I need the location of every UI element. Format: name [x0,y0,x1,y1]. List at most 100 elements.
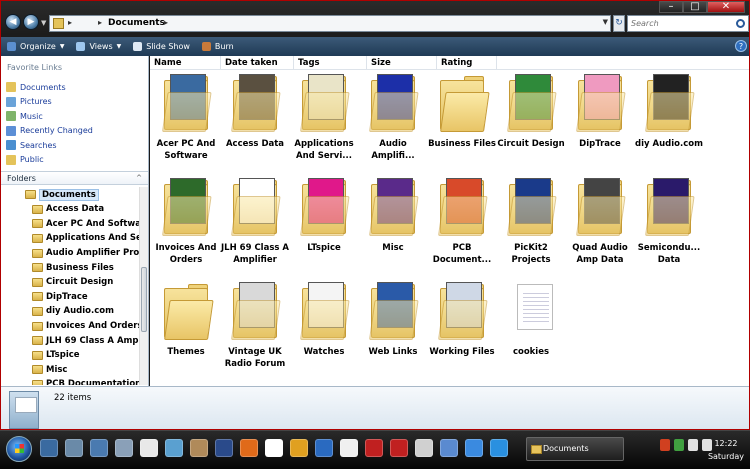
column-header-date-taken[interactable]: Date taken [221,56,294,69]
breadcrumb-chevron-icon[interactable]: ▸ [68,18,72,27]
favorite-link-searches[interactable]: Searches [6,138,93,153]
search-box[interactable] [627,15,749,32]
tree-item-acer-pc-and-software[interactable]: Acer PC And Software [1,217,139,232]
column-header-name[interactable]: Name [150,56,221,69]
tree-item-jlh-69-class-a-amplifier[interactable]: JLH 69 Class A Amplifier [1,333,139,348]
folder-item-business-files[interactable]: Business Files [427,72,497,170]
tree-item-access-data[interactable]: Access Data [1,202,139,217]
folder-item-ltspice[interactable]: LTspice [289,176,359,274]
file-item-cookies[interactable]: cookies [496,280,566,378]
quick-launch-icon[interactable] [215,439,233,457]
column-header-tags[interactable]: Tags [294,56,367,69]
quick-launch-icon[interactable] [365,439,383,457]
folder-item-pcb-document[interactable]: PCB Document... [427,176,497,274]
address-bar[interactable]: ▸ ▸ Documents ▸ ▼ [49,15,611,32]
burn-button[interactable]: Burn [201,42,234,51]
tray-icon[interactable] [674,439,684,451]
tree-item-label: Invoices And Orders [46,321,139,332]
column-header-rating[interactable]: Rating [437,56,497,69]
tree-item-documents[interactable]: Documents [1,187,139,202]
folder-item-access-data[interactable]: Access Data [220,72,290,170]
folder-item-pickit2-projects[interactable]: PicKit2 Projects [496,176,566,274]
tree-item-misc[interactable]: Misc [1,363,139,378]
quick-launch-icon[interactable] [315,439,333,457]
search-input[interactable] [628,16,732,31]
folder-item-acer-pc-and-software[interactable]: Acer PC And Software [151,72,221,170]
folder-item-diptrace[interactable]: DipTrace [565,72,635,170]
tree-item-diy-audio-com[interactable]: diy Audio.com [1,304,139,319]
folder-item-themes[interactable]: Themes [151,280,221,378]
favorite-link-documents[interactable]: Documents [6,80,93,95]
quick-launch-icon[interactable] [165,439,183,457]
favorite-link-public[interactable]: Public [6,153,93,168]
help-icon[interactable]: ? [735,40,747,52]
quick-launch-icon[interactable] [290,439,308,457]
column-header-size[interactable]: Size [367,56,437,69]
clock[interactable]: 12:22 Saturday [708,437,744,463]
quick-launch-icon[interactable] [465,439,483,457]
favorite-link-recently-changed[interactable]: Recently Changed [6,124,93,139]
forward-button[interactable]: ▶ [23,14,39,30]
folder-item-web-links[interactable]: Web Links [358,280,428,378]
folder-item-semicondu-data[interactable]: Semicondu... Data [634,176,704,274]
minimize-button[interactable]: – [659,1,683,13]
tree-item-ltspice[interactable]: LTspice [1,348,139,363]
folder-item-applications-and-servi[interactable]: Applications And Servi... [289,72,359,170]
tree-item-audio-amplifier-projects[interactable]: Audio Amplifier Projects [1,246,139,261]
quick-launch-icon[interactable] [340,439,358,457]
close-button[interactable]: ✕ [707,1,745,13]
breadcrumb-chevron-icon[interactable]: ▸ [164,18,168,27]
breadcrumb-documents[interactable]: Documents [108,18,165,28]
tree-item-invoices-and-orders[interactable]: Invoices And Orders [1,319,139,334]
quick-launch-icon[interactable] [415,439,433,457]
quick-launch-icon[interactable] [115,439,133,457]
item-label: Misc [382,243,404,253]
quick-launch-icon[interactable] [265,439,283,457]
tray-icon[interactable] [660,439,670,451]
favorite-link-pictures[interactable]: Pictures [6,95,93,110]
tree-item-applications-and-services[interactable]: Applications And Services [1,231,139,246]
folder-item-invoices-and-orders[interactable]: Invoices And Orders [151,176,221,274]
tree-item-business-files[interactable]: Business Files [1,260,139,275]
quick-launch-icon[interactable] [40,439,58,457]
quick-launch-icon[interactable] [190,439,208,457]
quick-launch-icon[interactable] [140,439,158,457]
favorite-link-music[interactable]: Music [6,109,93,124]
quick-launch-icon[interactable] [90,439,108,457]
folder-item-working-files[interactable]: Working Files [427,280,497,378]
folder-item-vintage-uk-radio-forum[interactable]: Vintage UK Radio Forum [220,280,290,378]
scrollbar-thumb[interactable] [141,267,147,332]
tree-scrollbar[interactable] [139,187,148,385]
slideshow-button[interactable]: Slide Show [133,42,190,51]
tray-icon[interactable] [688,439,698,451]
folder-item-diy-audio-com[interactable]: diy Audio.com [634,72,704,170]
tree-item-pcb-documentation[interactable]: PCB Documentation [1,377,139,385]
quick-launch-icon[interactable] [240,439,258,457]
maximize-button[interactable]: □ [683,1,707,13]
address-dropdown-icon[interactable]: ▼ [603,18,608,26]
views-button[interactable]: Views ▼ [76,42,121,51]
refresh-button[interactable]: ↻ [613,15,625,32]
folder-item-circuit-design[interactable]: Circuit Design [496,72,566,170]
tree-item-circuit-design[interactable]: Circuit Design [1,275,139,290]
item-label: Themes [167,347,205,357]
taskbar-button-documents[interactable]: Documents [526,437,624,461]
folder-item-quad-audio-amp-data[interactable]: Quad Audio Amp Data [565,176,635,274]
folder-item-jlh-69-class-a-amplifier[interactable]: JLH 69 Class A Amplifier [220,176,290,274]
quick-launch-icon[interactable] [390,439,408,457]
folders-header[interactable]: Folders ^ [1,171,148,185]
start-button[interactable] [6,436,32,462]
organize-button[interactable]: Organize ▼ [7,42,64,51]
search-icon[interactable] [736,19,745,28]
quick-launch-icon[interactable] [440,439,458,457]
folder-item-misc[interactable]: Misc [358,176,428,274]
folder-item-audio-amplifi[interactable]: Audio Amplifi... [358,72,428,170]
quick-launch-icon[interactable] [490,439,508,457]
quick-launch-icon[interactable] [65,439,83,457]
recent-pages-dropdown[interactable]: ▼ [41,19,46,27]
folder-item-watches[interactable]: Watches [289,280,359,378]
tree-item-diptrace[interactable]: DipTrace [1,290,139,305]
back-button[interactable]: ◀ [5,14,21,30]
breadcrumb-chevron-icon[interactable]: ▸ [98,18,102,27]
folder-icon [32,277,43,287]
